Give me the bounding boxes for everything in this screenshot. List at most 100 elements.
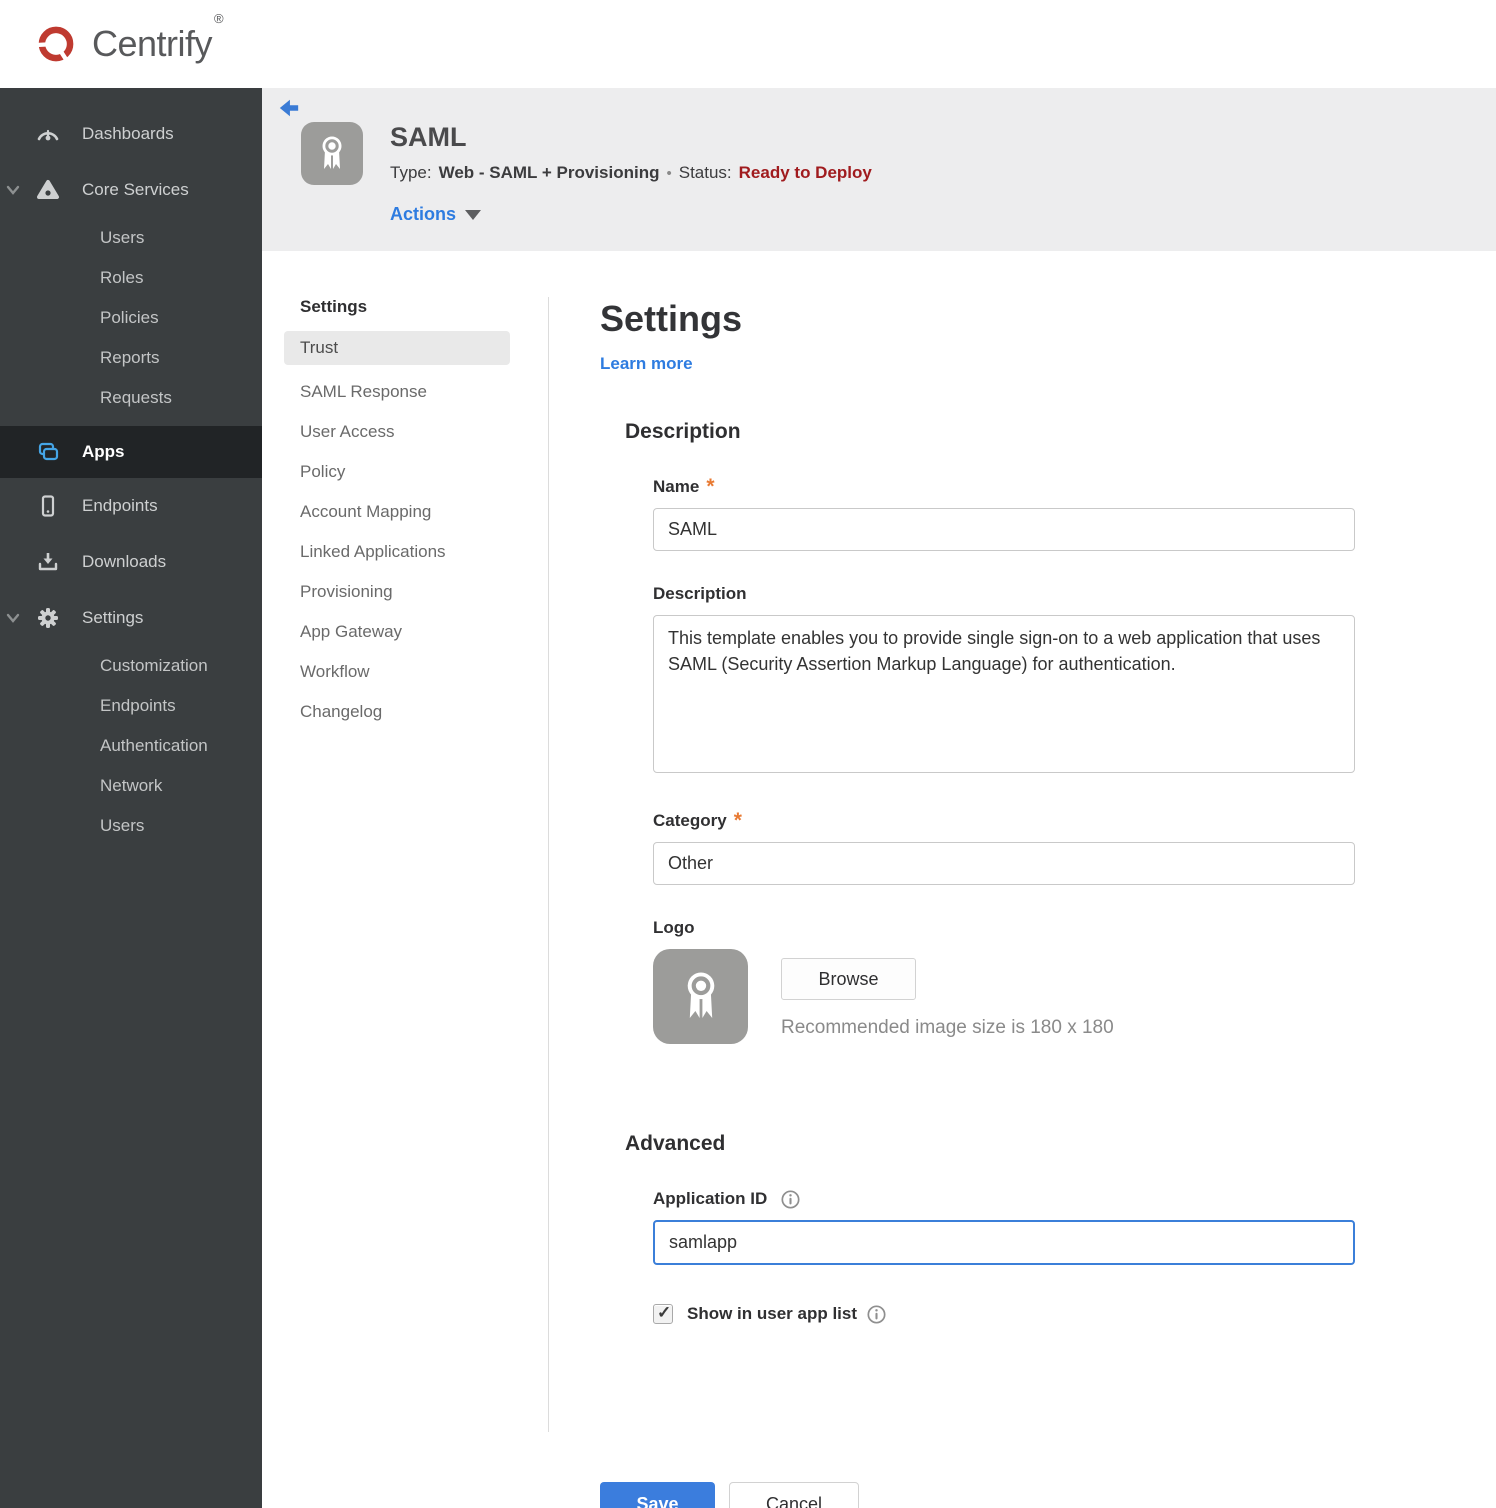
status-label: Status: [678, 163, 732, 182]
app-header: SAML Type: Web - SAML + Provisioning • S… [262, 88, 1496, 251]
page-title: SAML [390, 122, 467, 152]
sidebar-subitem-label: Users [100, 228, 145, 247]
sidebar-subitem-label: Authentication [100, 736, 208, 755]
sidebar-subitem-label: Roles [100, 268, 144, 287]
subnav-item-workflow[interactable]: Workflow [300, 652, 549, 692]
sidebar-item-settings[interactable]: Settings [0, 590, 262, 646]
browse-button[interactable]: Browse [781, 958, 916, 1000]
sidebar-subitem-label: Users [100, 816, 145, 835]
sidebar-item-apps[interactable]: Apps [0, 426, 262, 478]
back-arrow-icon[interactable] [278, 97, 300, 119]
sidebar-subitem-label: Reports [100, 348, 160, 367]
show-in-user-app-list-checkbox[interactable] [653, 1303, 673, 1324]
subnav-item-label: Linked Applications [300, 542, 446, 561]
actions-label: Actions [390, 204, 457, 224]
sidebar-item-reports[interactable]: Reports [0, 338, 262, 378]
description-section-heading: Description [625, 420, 741, 443]
caret-down-icon [465, 209, 482, 220]
centrify-logo: Centrify® [30, 11, 224, 70]
actions-dropdown[interactable]: Actions [390, 204, 482, 225]
sidebar: Dashboards Core Services Users Roles Pol… [0, 88, 262, 1508]
app-logo [301, 122, 363, 185]
top-bar: Centrify® [0, 0, 1496, 88]
sidebar-item-roles[interactable]: Roles [0, 258, 262, 298]
dashboard-icon [37, 129, 59, 141]
show-in-user-app-list-label: Show in user app list [687, 1304, 858, 1323]
subnav-item-label: Policy [300, 462, 346, 481]
subnav-item-provisioning[interactable]: Provisioning [300, 572, 549, 612]
settings-panel: Settings Learn more Description Name * D… [549, 251, 1496, 1508]
main-title: Settings [600, 298, 743, 339]
sidebar-item-policies[interactable]: Policies [0, 298, 262, 338]
subnav-heading: Settings [300, 297, 368, 316]
name-label: Name [653, 477, 700, 496]
ribbon-icon [687, 972, 714, 1018]
subnav-item-changelog[interactable]: Changelog [300, 692, 549, 732]
subnav-item-label: Provisioning [300, 582, 393, 601]
sidebar-item-settings-users[interactable]: Users [0, 806, 262, 846]
sidebar-item-requests[interactable]: Requests [0, 378, 262, 418]
sidebar-item-dashboards[interactable]: Dashboards [0, 106, 262, 162]
subnav-item-label: App Gateway [300, 622, 403, 641]
app-logo-preview [653, 949, 748, 1044]
chevron-down-icon [6, 613, 20, 623]
subnav-item-account-mapping[interactable]: Account Mapping [300, 492, 549, 532]
category-label: Category [653, 811, 727, 830]
core-services-icon [37, 180, 59, 199]
logo-size-hint: Recommended image size is 180 x 180 [781, 1017, 1114, 1038]
subnav-item-policy[interactable]: Policy [300, 452, 549, 492]
sidebar-subitem-label: Policies [100, 308, 159, 327]
category-field[interactable] [653, 842, 1355, 885]
learn-more-link[interactable]: Learn more [600, 354, 693, 374]
subnav-item-user-access[interactable]: User Access [300, 412, 549, 452]
sidebar-item-downloads[interactable]: Downloads [0, 534, 262, 590]
subnav-item-app-gateway[interactable]: App Gateway [300, 612, 549, 652]
sidebar-item-label: Endpoints [82, 496, 158, 515]
save-button[interactable]: Save [600, 1482, 715, 1508]
sidebar-item-settings-endpoints[interactable]: Endpoints [0, 686, 262, 726]
subnav-item-label: Trust [300, 338, 339, 357]
application-id-field[interactable] [653, 1220, 1355, 1265]
sidebar-subitem-label: Requests [100, 388, 172, 407]
sidebar-item-label: Dashboards [82, 124, 174, 143]
sidebar-item-endpoints[interactable]: Endpoints [0, 478, 262, 534]
sidebar-item-label: Downloads [82, 552, 167, 571]
meta-separator: • [666, 164, 672, 182]
sidebar-subitem-label: Endpoints [100, 696, 176, 715]
sidebar-item-customization[interactable]: Customization [0, 646, 262, 686]
required-marker: * [706, 475, 715, 498]
sidebar-item-label: Apps [82, 442, 125, 461]
sidebar-item-label: Settings [82, 608, 144, 627]
description-label: Description [653, 584, 747, 603]
subnav-item-label: Workflow [300, 662, 370, 681]
subnav-item-label: Changelog [300, 702, 383, 721]
status-badge: Ready to Deploy [738, 163, 872, 182]
ribbon-icon [322, 136, 342, 169]
subnav-item-saml-response[interactable]: SAML Response [300, 372, 549, 412]
advanced-section-heading: Advanced [625, 1132, 726, 1155]
subnav-item-label: Account Mapping [300, 502, 432, 521]
sidebar-item-users[interactable]: Users [0, 218, 262, 258]
settings-subnav: Settings Trust SAML Response User Access… [262, 251, 549, 1508]
subnav-item-label: User Access [300, 422, 395, 441]
subnav-item-label: SAML Response [300, 382, 427, 401]
sidebar-item-core-services[interactable]: Core Services [0, 162, 262, 218]
type-value: Web - SAML + Provisioning [438, 163, 660, 182]
info-icon[interactable] [781, 1189, 800, 1209]
apps-icon [38, 442, 59, 461]
cancel-button[interactable]: Cancel [729, 1482, 859, 1508]
sidebar-subitem-label: Customization [100, 656, 208, 675]
brand-name: Centrify [92, 23, 213, 64]
sidebar-subitem-label: Network [100, 776, 163, 795]
info-icon[interactable] [867, 1304, 886, 1324]
description-field[interactable]: This template enables you to provide sin… [653, 615, 1355, 773]
type-label: Type: [390, 163, 432, 182]
subnav-item-linked-applications[interactable]: Linked Applications [300, 532, 549, 572]
sidebar-item-authentication[interactable]: Authentication [0, 726, 262, 766]
subnav-item-trust[interactable]: Trust [284, 331, 510, 365]
application-id-label: Application ID [653, 1189, 768, 1208]
sidebar-item-label: Core Services [82, 180, 189, 199]
name-field[interactable] [653, 508, 1355, 551]
sidebar-item-network[interactable]: Network [0, 766, 262, 806]
endpoint-icon [41, 495, 55, 517]
